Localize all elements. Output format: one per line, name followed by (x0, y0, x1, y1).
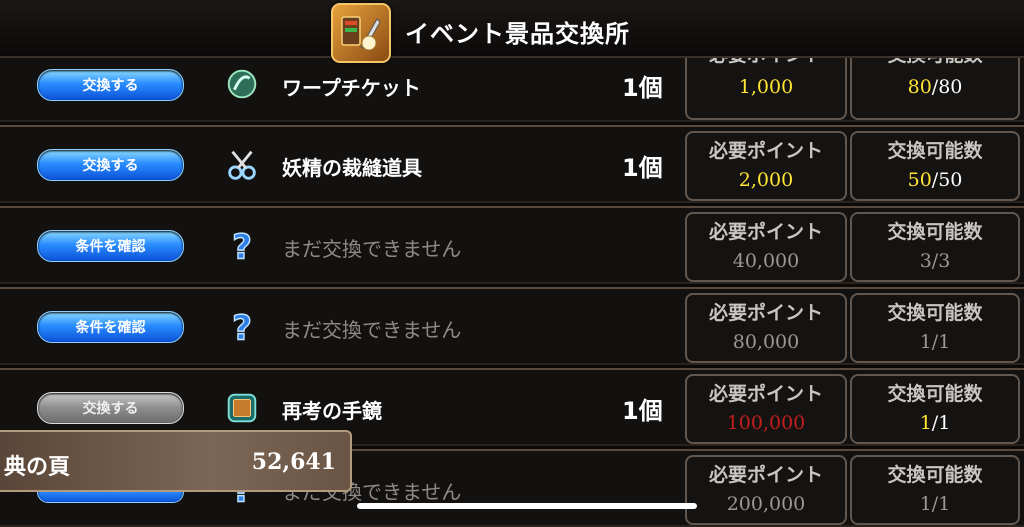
exchange-button[interactable]: 交換する (37, 149, 184, 181)
required-points-panel: 必要ポイント 200,000 (685, 455, 847, 525)
required-points-label: 必要ポイント (708, 464, 823, 486)
item-quantity: 1個 (622, 74, 663, 102)
item-name: 妖精の裁縫道具 (282, 156, 422, 180)
required-points-panel: 必要ポイント 100,000 (685, 374, 847, 444)
required-points-panel: 必要ポイント 2,000 (685, 131, 847, 201)
exchange-count-label: 交換可能数 (887, 464, 983, 486)
exchange-total: /50 (931, 169, 963, 191)
required-points-panel: 必要ポイント 80,000 (685, 293, 847, 363)
exchange-count-panel: 交換可能数 50/50 (850, 131, 1020, 201)
exchange-count-panel: 交換可能数 1/1 (850, 374, 1020, 444)
question-mark-icon: ? (222, 307, 262, 347)
exchange-count-panel: 交換可能数 1/1 (850, 455, 1020, 525)
required-points-value: 100,000 (726, 412, 806, 434)
required-points-value: 200,000 (726, 493, 806, 515)
home-indicator[interactable] (357, 503, 697, 509)
item-quantity: 1個 (622, 397, 663, 425)
exchange-count-value: 1/1 (919, 331, 951, 353)
exchange-remaining: 50 (907, 169, 932, 191)
item-quantity: 1個 (622, 154, 663, 182)
required-points-label: 必要ポイント (708, 221, 823, 243)
header-bar: イベント景品交換所 (0, 0, 1024, 63)
warp-ticket-icon (222, 64, 262, 104)
points-label: 典の頁 (4, 455, 71, 480)
reward-row: 交換する 妖精の裁縫道具 1個 必要ポイント 2,000 交換可能数 50/50 (0, 125, 1024, 203)
shop-logo-icon (331, 3, 391, 63)
exchange-count-label: 交換可能数 (887, 383, 983, 405)
svg-text:?: ? (232, 227, 252, 265)
item-name: ワープチケット (282, 76, 421, 100)
exchange-total: /80 (931, 76, 963, 98)
exchange-count-value: 3/3 (919, 250, 951, 272)
exchange-count-panel: 交換可能数 80/80 (850, 44, 1020, 120)
required-points-value: 1,000 (738, 76, 794, 98)
item-name: 再考の手鏡 (282, 399, 382, 423)
svg-text:?: ? (232, 308, 252, 346)
check-conditions-button[interactable]: 条件を確認 (37, 311, 184, 343)
item-name: まだ交換できません (282, 318, 462, 342)
reward-row: 条件を確認 ? まだ交換できません 必要ポイント 80,000 交換可能数 1/… (0, 287, 1024, 365)
required-points-panel: 必要ポイント 1,000 (685, 44, 847, 120)
reward-row: 条件を確認 ? まだ交換できません 必要ポイント 40,000 交換可能数 3/… (0, 206, 1024, 284)
required-points-label: 必要ポイント (708, 140, 823, 162)
exchange-count-value: 1/1 (919, 493, 951, 515)
exchange-count-panel: 交換可能数 1/1 (850, 293, 1020, 363)
page-title: イベント景品交換所 (405, 20, 630, 48)
exchange-button-disabled[interactable]: 交換する (37, 392, 184, 424)
hand-mirror-book-icon (222, 388, 262, 428)
required-points-value: 40,000 (732, 250, 800, 272)
required-points-value: 80,000 (732, 331, 800, 353)
exchange-count-panel: 交換可能数 3/3 (850, 212, 1020, 282)
required-points-panel: 必要ポイント 40,000 (685, 212, 847, 282)
item-name: まだ交換できません (282, 237, 462, 261)
exchange-total: /1 (931, 412, 951, 434)
exchange-remaining: 1 (919, 412, 932, 434)
exchange-count-label: 交換可能数 (887, 302, 983, 324)
question-mark-icon: ? (222, 226, 262, 266)
event-points-bar: 典の頁 52,641 (0, 430, 352, 492)
exchange-button[interactable]: 交換する (37, 69, 184, 101)
required-points-label: 必要ポイント (708, 302, 823, 324)
required-points-label: 必要ポイント (708, 383, 823, 405)
exchange-remaining: 80 (907, 76, 932, 98)
required-points-value: 2,000 (738, 169, 794, 191)
exchange-count-label: 交換可能数 (887, 140, 983, 162)
points-value: 52,641 (251, 449, 336, 475)
exchange-count-label: 交換可能数 (887, 221, 983, 243)
sewing-kit-icon (222, 145, 262, 185)
check-conditions-button[interactable]: 条件を確認 (37, 230, 184, 262)
